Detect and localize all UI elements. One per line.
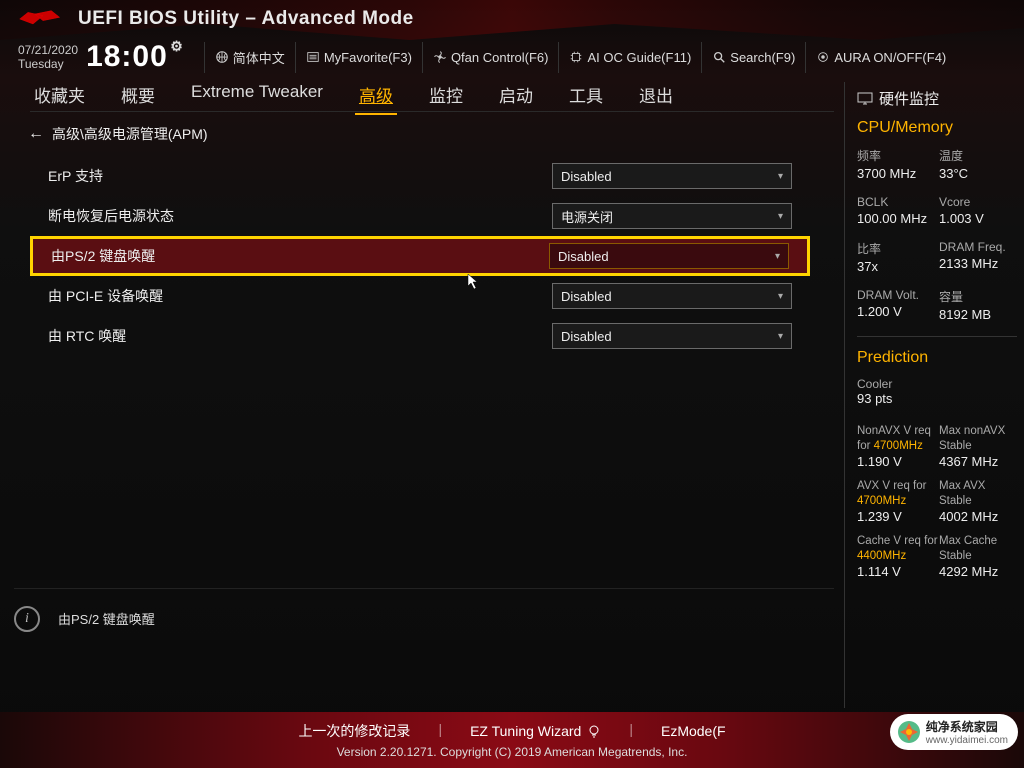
chevron-down-icon: ▾ [775,251,780,262]
tab-7[interactable]: 退出 [635,82,677,113]
setting-label: 由 PCI-E 设备唤醒 [48,286,552,306]
search-icon [712,50,726,64]
sidebar-header: 硬件监控 [857,88,1024,109]
fan-icon [433,50,447,64]
tab-2[interactable]: Extreme Tweaker [187,82,327,108]
gear-icon[interactable]: ⚙ [170,38,184,55]
monitor-icon [857,92,873,106]
setting-select[interactable]: Disabled▾ [552,323,792,349]
date-block: 07/21/2020 Tuesday [18,43,78,72]
help-bar: i 由PS/2 键盘唤醒 [14,588,834,638]
setting-label: 由 RTC 唤醒 [48,326,552,346]
tab-0[interactable]: 收藏夹 [30,82,89,113]
setting-label: 断电恢复后电源状态 [48,206,552,226]
list-icon [306,50,320,64]
watermark-icon [896,719,922,745]
search-button[interactable]: Search(F9) [701,42,805,73]
setting-select[interactable]: 电源关闭▾ [552,203,792,229]
chevron-down-icon: ▾ [778,171,783,182]
stat-block-2: 比率37xDRAM Freq.2133 MHz [857,240,1024,274]
watermark: 纯净系统家园 www.yidaimei.com [890,714,1018,750]
setting-row-0[interactable]: ErP 支持Disabled▾ [30,156,810,196]
toolbar: 简体中文 MyFavorite(F3) Qfan Control(F6) AI … [204,42,956,73]
prediction-title: Prediction [857,349,1024,367]
setting-select[interactable]: Disabled▾ [549,243,789,269]
back-arrow-icon[interactable]: ← [28,125,44,143]
qfan-button[interactable]: Qfan Control(F6) [422,42,559,73]
bios-title: UEFI BIOS Utility – Advanced Mode [78,8,414,30]
cooler-stat: Cooler 93 pts [857,377,1024,406]
date: 07/21/2020 [18,43,78,57]
setting-select[interactable]: Disabled▾ [552,283,792,309]
tab-4[interactable]: 监控 [425,82,467,113]
setting-row-2[interactable]: 由PS/2 键盘唤醒Disabled▾ [30,236,810,276]
chevron-down-icon: ▾ [778,291,783,302]
settings-form: ErP 支持Disabled▾断电恢复后电源状态电源关闭▾由PS/2 键盘唤醒D… [30,156,810,356]
cpu-memory-title: CPU/Memory [857,119,1024,137]
breadcrumb-text: 高级\高级电源管理(APM) [52,124,208,144]
setting-row-1[interactable]: 断电恢复后电源状态电源关闭▾ [30,196,810,236]
footer-links: 上一次的修改记录 | EZ Tuning Wizard | EzMode(F [298,721,725,741]
chevron-down-icon: ▾ [778,331,783,342]
bulb-icon [587,724,601,738]
tab-1[interactable]: 概要 [117,82,159,113]
aura-icon [816,50,830,64]
rog-logo-icon [18,9,68,29]
setting-select[interactable]: Disabled▾ [552,163,792,189]
stat-block-3: DRAM Volt.1.200 V容量8192 MB [857,288,1024,322]
clock: 18:00 ⚙ [86,40,168,74]
tab-3[interactable]: 高级 [355,82,397,115]
language-button[interactable]: 简体中文 [204,42,295,73]
breadcrumb: ← 高级\高级电源管理(APM) [28,124,208,144]
globe-icon [215,50,229,64]
tab-5[interactable]: 启动 [495,82,537,113]
setting-label: 由PS/2 键盘唤醒 [51,246,549,266]
ezmode-link[interactable]: EzMode(F [661,721,726,741]
setting-label: ErP 支持 [48,166,552,186]
last-modified-link[interactable]: 上一次的修改记录 [298,721,410,741]
chevron-down-icon: ▾ [778,211,783,222]
header: UEFI BIOS Utility – Advanced Mode 07/21/… [18,8,1006,74]
stat-block-0: 频率3700 MHz温度33°C [857,147,1024,181]
stat-block-1: BCLK100.00 MHzVcore1.003 V [857,195,1024,226]
aioc-button[interactable]: AI OC Guide(F11) [558,42,701,73]
pred-row-1: AVX V req for 4700MHz1.239 VMax AVX Stab… [857,479,1024,524]
copyright: Version 2.20.1271. Copyright (C) 2019 Am… [337,745,688,759]
main-tabs: 收藏夹概要 Extreme Tweaker 高级监控启动工具退出 [30,82,834,112]
weekday: Tuesday [18,57,78,71]
setting-row-3[interactable]: 由 PCI-E 设备唤醒Disabled▾ [30,276,810,316]
aura-button[interactable]: AURA ON/OFF(F4) [805,42,956,73]
chip-icon [569,50,583,64]
tab-6[interactable]: 工具 [565,82,607,113]
help-text: 由PS/2 键盘唤醒 [58,609,155,628]
ez-tuning-link[interactable]: EZ Tuning Wizard [470,721,601,741]
pred-row-0: NonAVX V req for 4700MHz1.190 VMax nonAV… [857,424,1024,469]
info-icon: i [14,606,40,632]
footer: 上一次的修改记录 | EZ Tuning Wizard | EzMode(F V… [0,712,1024,768]
setting-row-4[interactable]: 由 RTC 唤醒Disabled▾ [30,316,810,356]
divider [857,336,1017,337]
pred-row-2: Cache V req for 4400MHz1.114 VMax Cache … [857,534,1024,579]
hardware-monitor-sidebar: 硬件监控 CPU/Memory 频率3700 MHz温度33°C BCLK100.… [844,82,1024,708]
favorite-button[interactable]: MyFavorite(F3) [295,42,422,73]
